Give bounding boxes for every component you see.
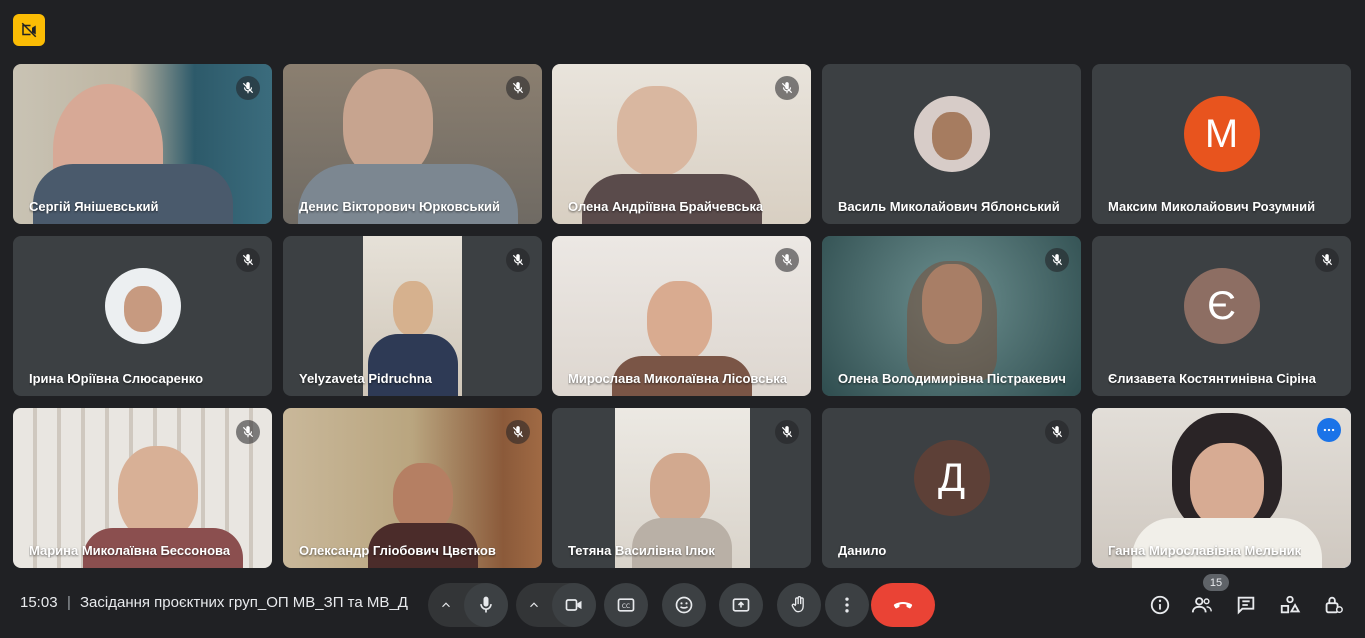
participant-tile[interactable]: Yelyzaveta Pidruchna — [283, 236, 542, 396]
camera-control-group — [516, 583, 596, 627]
chat-icon — [1237, 596, 1255, 615]
person-silhouette — [617, 86, 697, 176]
participant-tile[interactable]: M Максим Миколайович Розумний — [1092, 64, 1351, 224]
mic-off-icon — [506, 248, 530, 272]
participant-name: Ірина Юріївна Слюсаренко — [29, 371, 204, 386]
participant-name: Данило — [838, 543, 887, 558]
svg-text:CC: CC — [622, 604, 630, 610]
participant-name: Тетяна Василівна Ілюк — [568, 543, 715, 558]
participant-name: Василь Миколайович Яблонський — [838, 199, 1060, 214]
mic-control-group — [428, 583, 508, 627]
person-hair — [907, 261, 997, 381]
info-icon — [1150, 595, 1170, 615]
video-settings-chevron-icon[interactable] — [516, 583, 552, 627]
person-silhouette — [393, 281, 433, 336]
bottom-control-bar: 15:03 | Засідання проєктних груп_ОП МВ_З… — [0, 574, 1365, 638]
participant-tile[interactable]: Ірина Юріївна Слюсаренко — [13, 236, 272, 396]
mic-icon — [480, 596, 492, 613]
lock-person-icon — [1325, 596, 1343, 614]
mic-off-icon — [775, 76, 799, 100]
mic-off-icon — [236, 248, 260, 272]
participant-tile[interactable]: Сергій Янішевський — [13, 64, 272, 224]
person-silhouette — [650, 453, 710, 525]
person-shoulders — [298, 164, 518, 224]
participant-avatar — [104, 268, 181, 345]
participant-name: Максим Миколайович Розумний — [1108, 199, 1316, 214]
participant-tile[interactable]: Василь Миколайович Яблонський — [822, 64, 1081, 224]
meeting-title: Засідання проєктних груп_ОП МВ_ЗП та МВ_… — [80, 594, 408, 611]
participant-tile[interactable]: Є Єлизавета Костянтинівна Сіріна — [1092, 236, 1351, 396]
mic-off-icon — [1315, 248, 1339, 272]
participant-avatar-letter: Д — [913, 440, 990, 517]
current-time: 15:03 — [20, 594, 58, 611]
hand-icon — [791, 596, 804, 613]
participant-tile[interactable]: Олена Володимирівна Пістракевич — [822, 236, 1081, 396]
closed-captions-icon: CC — [617, 598, 635, 612]
people-button[interactable] — [1187, 590, 1217, 620]
participant-avatar-letter: Є — [1183, 268, 1260, 345]
mic-off-icon — [1045, 248, 1069, 272]
emoji-icon — [675, 596, 693, 614]
people-icon — [1191, 597, 1212, 613]
participant-name: Yelyzaveta Pidruchna — [299, 371, 432, 386]
camera-button[interactable] — [552, 583, 596, 627]
participant-name: Олена Андріївна Брайчевська — [568, 199, 764, 214]
participant-name: Денис Вікторович Юрковський — [299, 199, 501, 214]
activities-icon — [1280, 595, 1301, 614]
participant-name: Олена Володимирівна Пістракевич — [838, 371, 1066, 386]
participant-tile[interactable]: Марина Миколаївна Бессонова — [13, 408, 272, 568]
raise-hand-button[interactable] — [777, 583, 821, 627]
present-screen-button[interactable] — [719, 583, 763, 627]
meeting-details-button[interactable] — [1145, 590, 1175, 620]
participant-name: Олександр Гліобович Цвєтков — [299, 543, 496, 558]
participant-name: Мирослава Миколаївна Лісовська — [568, 371, 788, 386]
activities-button[interactable] — [1275, 590, 1305, 620]
participant-tile[interactable]: Олександр Гліобович Цвєтков — [283, 408, 542, 568]
captions-button[interactable]: CC — [604, 583, 648, 627]
participant-tile[interactable]: Олена Андріївна Брайчевська — [552, 64, 811, 224]
audio-settings-chevron-icon[interactable] — [428, 583, 464, 627]
person-silhouette — [343, 69, 433, 179]
participant-tile[interactable]: Тетяна Василівна Ілюк — [552, 408, 811, 568]
person-shoulders — [33, 164, 233, 224]
mic-off-icon — [506, 76, 530, 100]
participant-name: Єлизавета Костянтинівна Сіріна — [1108, 371, 1316, 386]
mic-off-icon — [506, 420, 530, 444]
separator: | — [67, 594, 71, 611]
more-vert-icon — [845, 597, 849, 613]
more-options-button[interactable] — [825, 583, 869, 627]
host-controls-button[interactable] — [1318, 590, 1348, 620]
leave-call-button[interactable] — [871, 583, 935, 627]
participant-name: Сергій Янішевський — [29, 199, 159, 214]
participant-name: Ганна Мирославівна Мельник — [1108, 543, 1302, 558]
end-call-icon — [893, 602, 913, 609]
mic-off-icon — [1045, 420, 1069, 444]
chat-button[interactable] — [1231, 590, 1261, 620]
present-screen-icon — [732, 598, 750, 612]
mic-off-icon — [775, 248, 799, 272]
participant-tile-self[interactable]: Ганна Мирославівна Мельник — [1092, 408, 1351, 568]
mic-off-icon — [775, 420, 799, 444]
person-shoulders — [368, 334, 458, 396]
person-silhouette — [647, 281, 712, 361]
emoji-reactions-button[interactable] — [662, 583, 706, 627]
camera-icon — [565, 599, 582, 611]
participant-tile[interactable]: Мирослава Миколаївна Лісовська — [552, 236, 811, 396]
person-silhouette — [1190, 443, 1264, 528]
mic-button[interactable] — [464, 583, 508, 627]
participant-tile[interactable]: Д Данило — [822, 408, 1081, 568]
participant-avatar — [913, 96, 990, 173]
mic-off-icon — [236, 420, 260, 444]
participant-name: Марина Миколаївна Бессонова — [29, 543, 231, 558]
participant-avatar-letter: M — [1183, 96, 1260, 173]
more-options-icon[interactable] — [1317, 418, 1341, 442]
participant-tile[interactable]: Денис Вікторович Юрковський — [283, 64, 542, 224]
no-video-warning-icon[interactable] — [13, 14, 45, 46]
participant-count-badge: 15 — [1203, 574, 1229, 591]
person-silhouette — [118, 446, 198, 541]
mic-off-icon — [236, 76, 260, 100]
